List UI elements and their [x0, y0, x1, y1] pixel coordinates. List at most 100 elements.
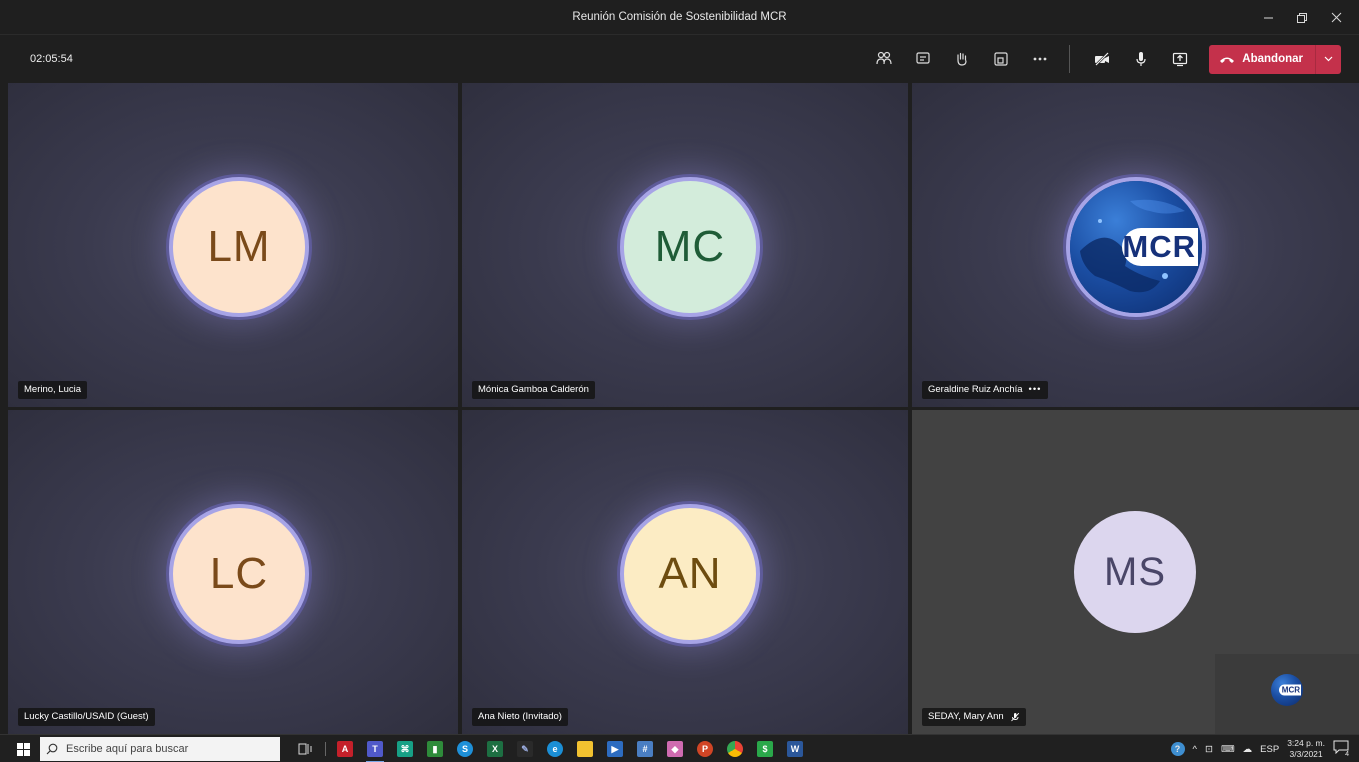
- powerpoint-icon: P: [697, 741, 713, 757]
- clock[interactable]: 3:24 p. m. 3/3/2021: [1287, 738, 1325, 760]
- participant-tile[interactable]: MCR Geraldine Ruiz Anchía •••: [912, 83, 1359, 407]
- minimize-button[interactable]: [1251, 3, 1285, 33]
- more-actions-button[interactable]: [1023, 43, 1057, 75]
- avatar-initials: LM: [207, 222, 271, 271]
- taskbar-photos[interactable]: ◆: [662, 735, 688, 762]
- taskbar-excel[interactable]: X: [482, 735, 508, 762]
- meet-now-icon[interactable]: ⊡: [1205, 744, 1213, 755]
- taskbar-skype[interactable]: S: [452, 735, 478, 762]
- taskbar-word[interactable]: W: [782, 735, 808, 762]
- participant-name: Merino, Lucia: [18, 381, 88, 399]
- participant-name: SEDAY, Mary Ann: [922, 708, 1026, 726]
- leave-label: Abandonar: [1242, 53, 1303, 65]
- taskbar-powerpoint[interactable]: P: [692, 735, 718, 762]
- mic-toggle[interactable]: [1124, 43, 1158, 75]
- ellipsis-icon: [1033, 57, 1047, 61]
- task-view-icon: [298, 743, 312, 755]
- participants-button[interactable]: [867, 43, 901, 75]
- teams-icon: T: [367, 741, 383, 757]
- windows-taskbar: Escribe aquí para buscar A T ⌘ ▮ S X ✎ e…: [0, 734, 1359, 762]
- taskbar-paint[interactable]: ✎: [512, 735, 538, 762]
- taskbar-money-app[interactable]: $: [752, 735, 778, 762]
- self-video-preview[interactable]: MCR: [1215, 654, 1359, 734]
- hang-up-icon: [1220, 57, 1235, 63]
- chat-icon: [916, 52, 930, 64]
- excel-icon: X: [487, 741, 503, 757]
- participant-name: Lucky Castillo/USAID (Guest): [18, 708, 155, 726]
- avatar: MC: [620, 177, 760, 317]
- avatar-initials: MS: [1104, 549, 1166, 594]
- participant-name-text: Lucky Castillo/USAID (Guest): [24, 711, 149, 722]
- share-screen-button[interactable]: [1163, 43, 1197, 75]
- participant-tile[interactable]: LC Lucky Castillo/USAID (Guest): [8, 410, 458, 734]
- participant-tile[interactable]: MS SEDAY, Mary Ann MCR: [912, 410, 1359, 734]
- chevron-down-icon: [1324, 56, 1333, 62]
- maximize-button[interactable]: [1285, 3, 1319, 33]
- chevron-up-icon[interactable]: ^: [1193, 744, 1197, 755]
- photos-icon: ◆: [667, 741, 683, 757]
- video-grid: LM Merino, Lucia MC Mónica Gamboa Calder…: [0, 83, 1359, 734]
- task-view-button[interactable]: [292, 735, 318, 762]
- self-preview-logo: MCR: [1271, 674, 1303, 706]
- taskbar-calculator[interactable]: #: [632, 735, 658, 762]
- participant-tile[interactable]: LM Merino, Lucia: [8, 83, 458, 407]
- word-icon: W: [787, 741, 803, 757]
- meeting-timer: 02:05:54: [30, 53, 73, 65]
- keyboard-icon[interactable]: ⌨: [1221, 744, 1235, 755]
- paint-icon: ✎: [517, 741, 533, 757]
- notifications-button[interactable]: 4: [1333, 740, 1351, 758]
- close-icon: [1331, 12, 1341, 23]
- participant-name: Geraldine Ruiz Anchía •••: [922, 381, 1048, 399]
- search-icon: [46, 743, 58, 755]
- taskbar-chart-app[interactable]: ▮: [422, 735, 448, 762]
- taskbar-edge[interactable]: e: [542, 735, 568, 762]
- close-button[interactable]: [1319, 3, 1353, 33]
- taskbar-divider: [322, 735, 328, 762]
- participant-tile[interactable]: AN Ana Nieto (Invitado): [462, 410, 908, 734]
- taskbar-media[interactable]: ▶: [602, 735, 628, 762]
- chat-button[interactable]: [906, 43, 940, 75]
- microphone-icon: [1136, 52, 1146, 66]
- windows-icon: [16, 742, 30, 756]
- taskbar-search[interactable]: Escribe aquí para buscar: [40, 737, 280, 761]
- taskbar-file-explorer[interactable]: [572, 735, 598, 762]
- participant-name: Mónica Gamboa Calderón: [472, 381, 595, 399]
- participant-tile[interactable]: MC Mónica Gamboa Calderón: [462, 83, 908, 407]
- chrome-icon: [727, 741, 743, 757]
- participant-more-button[interactable]: •••: [1029, 381, 1042, 399]
- room-button[interactable]: [984, 43, 1018, 75]
- taskbar-acrobat[interactable]: A: [332, 735, 358, 762]
- onedrive-icon[interactable]: ☁: [1243, 744, 1253, 755]
- edge-icon: e: [547, 741, 563, 757]
- chart-app-icon: ▮: [427, 741, 443, 757]
- language-indicator[interactable]: ESP: [1260, 744, 1279, 755]
- avatar-initials: MC: [654, 222, 726, 271]
- folder-icon: [577, 741, 593, 757]
- share-icon: [1173, 52, 1188, 67]
- camera-off-icon: [1095, 52, 1110, 66]
- avatar-initials: AN: [658, 549, 722, 598]
- avatar: MS: [1074, 511, 1196, 633]
- leave-button[interactable]: Abandonar: [1209, 44, 1315, 74]
- window-title: Reunión Comisión de Sostenibilidad MCR: [572, 11, 787, 23]
- taskbar-teams[interactable]: T: [362, 735, 388, 762]
- avatar: LM: [169, 177, 309, 317]
- avatar: MCR: [1066, 177, 1206, 317]
- taskbar-network-app[interactable]: ⌘: [392, 735, 418, 762]
- network-icon: ⌘: [397, 741, 413, 757]
- restore-icon: [1297, 12, 1307, 23]
- calculator-icon: #: [637, 741, 653, 757]
- money-icon: $: [757, 741, 773, 757]
- leave-options-dropdown[interactable]: [1315, 44, 1341, 74]
- search-placeholder: Escribe aquí para buscar: [66, 743, 189, 755]
- system-tray: ? ^ ⊡ ⌨ ☁ ESP 3:24 p. m. 3/3/2021 4: [1170, 735, 1351, 762]
- acrobat-icon: A: [337, 741, 353, 757]
- help-icon[interactable]: ?: [1170, 742, 1185, 756]
- mic-muted-icon: [1010, 712, 1019, 722]
- raise-hand-button[interactable]: [945, 43, 979, 75]
- taskbar-chrome[interactable]: [722, 735, 748, 762]
- camera-toggle[interactable]: [1085, 43, 1119, 75]
- start-button[interactable]: [8, 735, 38, 762]
- logo-text: MCR: [1122, 228, 1198, 266]
- minimize-icon: [1263, 17, 1273, 19]
